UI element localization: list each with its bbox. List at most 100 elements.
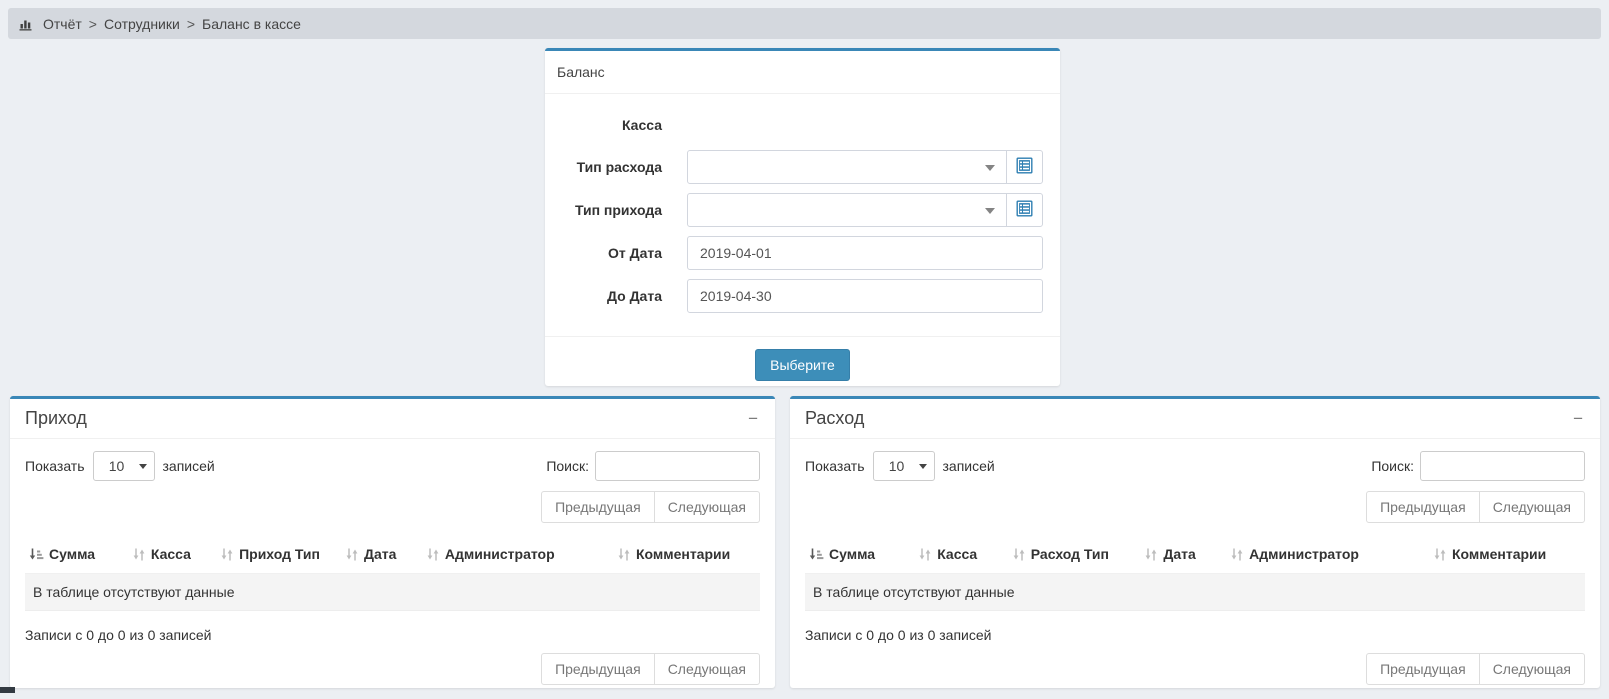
income-col-admin[interactable]: Администратор [422, 537, 613, 574]
expense-col-date[interactable]: Дата [1140, 537, 1226, 574]
form-row-date-from: От Дата [557, 236, 1043, 270]
income-table-header-row: Сумма Касса [25, 537, 760, 574]
breadcrumb-item-cash-balance: Баланс в кассе [202, 16, 301, 32]
sort-both-icon [1144, 548, 1158, 564]
expense-table-body: Показать 10 записей Поиск: ПредыдущаяСле… [790, 439, 1600, 695]
breadcrumb-separator: > [187, 16, 195, 32]
form-row-expense-type: Тип расхода [557, 150, 1043, 184]
expense-panel-title: Расход [805, 408, 864, 429]
income-table: Сумма Касса [25, 537, 760, 611]
income-panel-header: Приход − [10, 399, 775, 439]
column-label: Администратор [445, 546, 555, 562]
column-label: Комментарии [1452, 546, 1546, 562]
expense-type-list-button[interactable] [1006, 150, 1043, 184]
breadcrumb: Отчёт > Сотрудники > Баланс в кассе [8, 8, 1601, 39]
list-icon [1016, 200, 1033, 220]
column-label: Касса [151, 546, 191, 562]
income-empty-row: В таблице отсутствуют данные [25, 574, 760, 611]
search-label: Поиск: [546, 458, 589, 474]
sort-both-icon [345, 548, 359, 564]
expense-type-select[interactable] [687, 150, 1007, 184]
expense-search-input[interactable] [1420, 451, 1585, 481]
bottom-left-artifact [0, 687, 15, 693]
balance-panel-title: Баланс [545, 51, 1060, 94]
income-prev-button-top[interactable]: Предыдущая [541, 491, 655, 523]
breadcrumb-separator: > [89, 16, 97, 32]
list-icon [1016, 157, 1033, 177]
show-label: Показать [25, 458, 85, 474]
sort-both-icon [220, 548, 234, 564]
minus-icon[interactable]: − [746, 410, 760, 427]
expense-search: Поиск: [1371, 451, 1585, 481]
expense-page-length: Показать 10 записей [805, 451, 995, 481]
expense-col-sum[interactable]: Сумма [805, 537, 914, 574]
income-col-kassa[interactable]: Касса [128, 537, 216, 574]
expense-col-admin[interactable]: Администратор [1226, 537, 1429, 574]
search-label: Поиск: [1371, 458, 1414, 474]
expense-prev-button-bottom[interactable]: Предыдущая [1366, 653, 1480, 685]
minus-icon[interactable]: − [1571, 410, 1585, 427]
income-pagination-top: ПредыдущаяСледующая [25, 491, 760, 523]
expense-page-size-select[interactable]: 10 [873, 451, 935, 481]
expense-pagination-bottom: ПредыдущаяСледующая [805, 653, 1585, 685]
income-next-button-top[interactable]: Следующая [654, 491, 760, 523]
show-label: Показать [805, 458, 865, 474]
sort-both-icon [132, 548, 146, 564]
balance-panel: Баланс Касса Тип расхода [545, 48, 1060, 386]
expense-next-button-bottom[interactable]: Следующая [1479, 653, 1585, 685]
date-from-label: От Дата [557, 245, 662, 261]
income-col-type[interactable]: Приход Тип [216, 537, 341, 574]
income-next-button-bottom[interactable]: Следующая [654, 653, 760, 685]
income-page-length: Показать 10 записей [25, 451, 215, 481]
income-type-select[interactable] [687, 193, 1007, 227]
expense-col-comments[interactable]: Комментарии [1429, 537, 1585, 574]
expense-table: Сумма Касса [805, 537, 1585, 611]
column-label: Касса [937, 546, 977, 562]
caret-down-icon [139, 464, 147, 469]
expense-records-info: Записи с 0 до 0 из 0 записей [805, 627, 1585, 643]
income-type-list-button[interactable] [1006, 193, 1043, 227]
column-label: Приход Тип [239, 546, 320, 562]
expense-col-kassa[interactable]: Касса [914, 537, 1008, 574]
breadcrumb-item-report[interactable]: Отчёт [43, 16, 82, 32]
income-search: Поиск: [546, 451, 760, 481]
expense-pagination-top: ПредыдущаяСледующая [805, 491, 1585, 523]
sort-amount-asc-icon [29, 548, 44, 564]
records-label: записей [943, 458, 995, 474]
sort-both-icon [617, 548, 631, 564]
sort-both-icon [918, 548, 932, 564]
income-records-info: Записи с 0 до 0 из 0 записей [25, 627, 760, 643]
income-table-body: Показать 10 записей Поиск: ПредыдущаяСле… [10, 439, 775, 695]
balance-panel-footer: Выберите [545, 336, 1060, 393]
column-label: Администратор [1249, 546, 1359, 562]
form-row-kassa: Касса [557, 112, 1043, 138]
date-to-input[interactable] [687, 279, 1043, 313]
sort-amount-asc-icon [809, 548, 824, 564]
empty-message: В таблице отсутствуют данные [805, 574, 1585, 611]
column-label: Расход Тип [1031, 546, 1109, 562]
income-search-input[interactable] [595, 451, 760, 481]
income-col-comments[interactable]: Комментарии [613, 537, 760, 574]
expense-next-button-top[interactable]: Следующая [1479, 491, 1585, 523]
sort-both-icon [1433, 548, 1447, 564]
income-prev-button-bottom[interactable]: Предыдущая [541, 653, 655, 685]
sort-both-icon [1012, 548, 1026, 564]
column-label: Дата [364, 546, 396, 562]
date-from-input[interactable] [687, 236, 1043, 270]
income-pagination-bottom: ПредыдущаяСледующая [25, 653, 760, 685]
income-page-size-select[interactable]: 10 [93, 451, 155, 481]
select-button[interactable]: Выберите [755, 349, 850, 381]
income-panel: Приход − Показать 10 записей Поиск: Пред… [10, 396, 775, 688]
income-col-sum[interactable]: Сумма [25, 537, 128, 574]
bar-chart-icon [19, 17, 34, 31]
income-type-label: Тип прихода [557, 202, 662, 218]
sort-both-icon [426, 548, 440, 564]
income-col-date[interactable]: Дата [341, 537, 422, 574]
breadcrumb-item-employees[interactable]: Сотрудники [104, 16, 180, 32]
date-to-label: До Дата [557, 288, 662, 304]
caret-down-icon [985, 165, 995, 171]
expense-prev-button-top[interactable]: Предыдущая [1366, 491, 1480, 523]
expense-col-type[interactable]: Расход Тип [1008, 537, 1141, 574]
caret-down-icon [985, 208, 995, 214]
records-label: записей [163, 458, 215, 474]
